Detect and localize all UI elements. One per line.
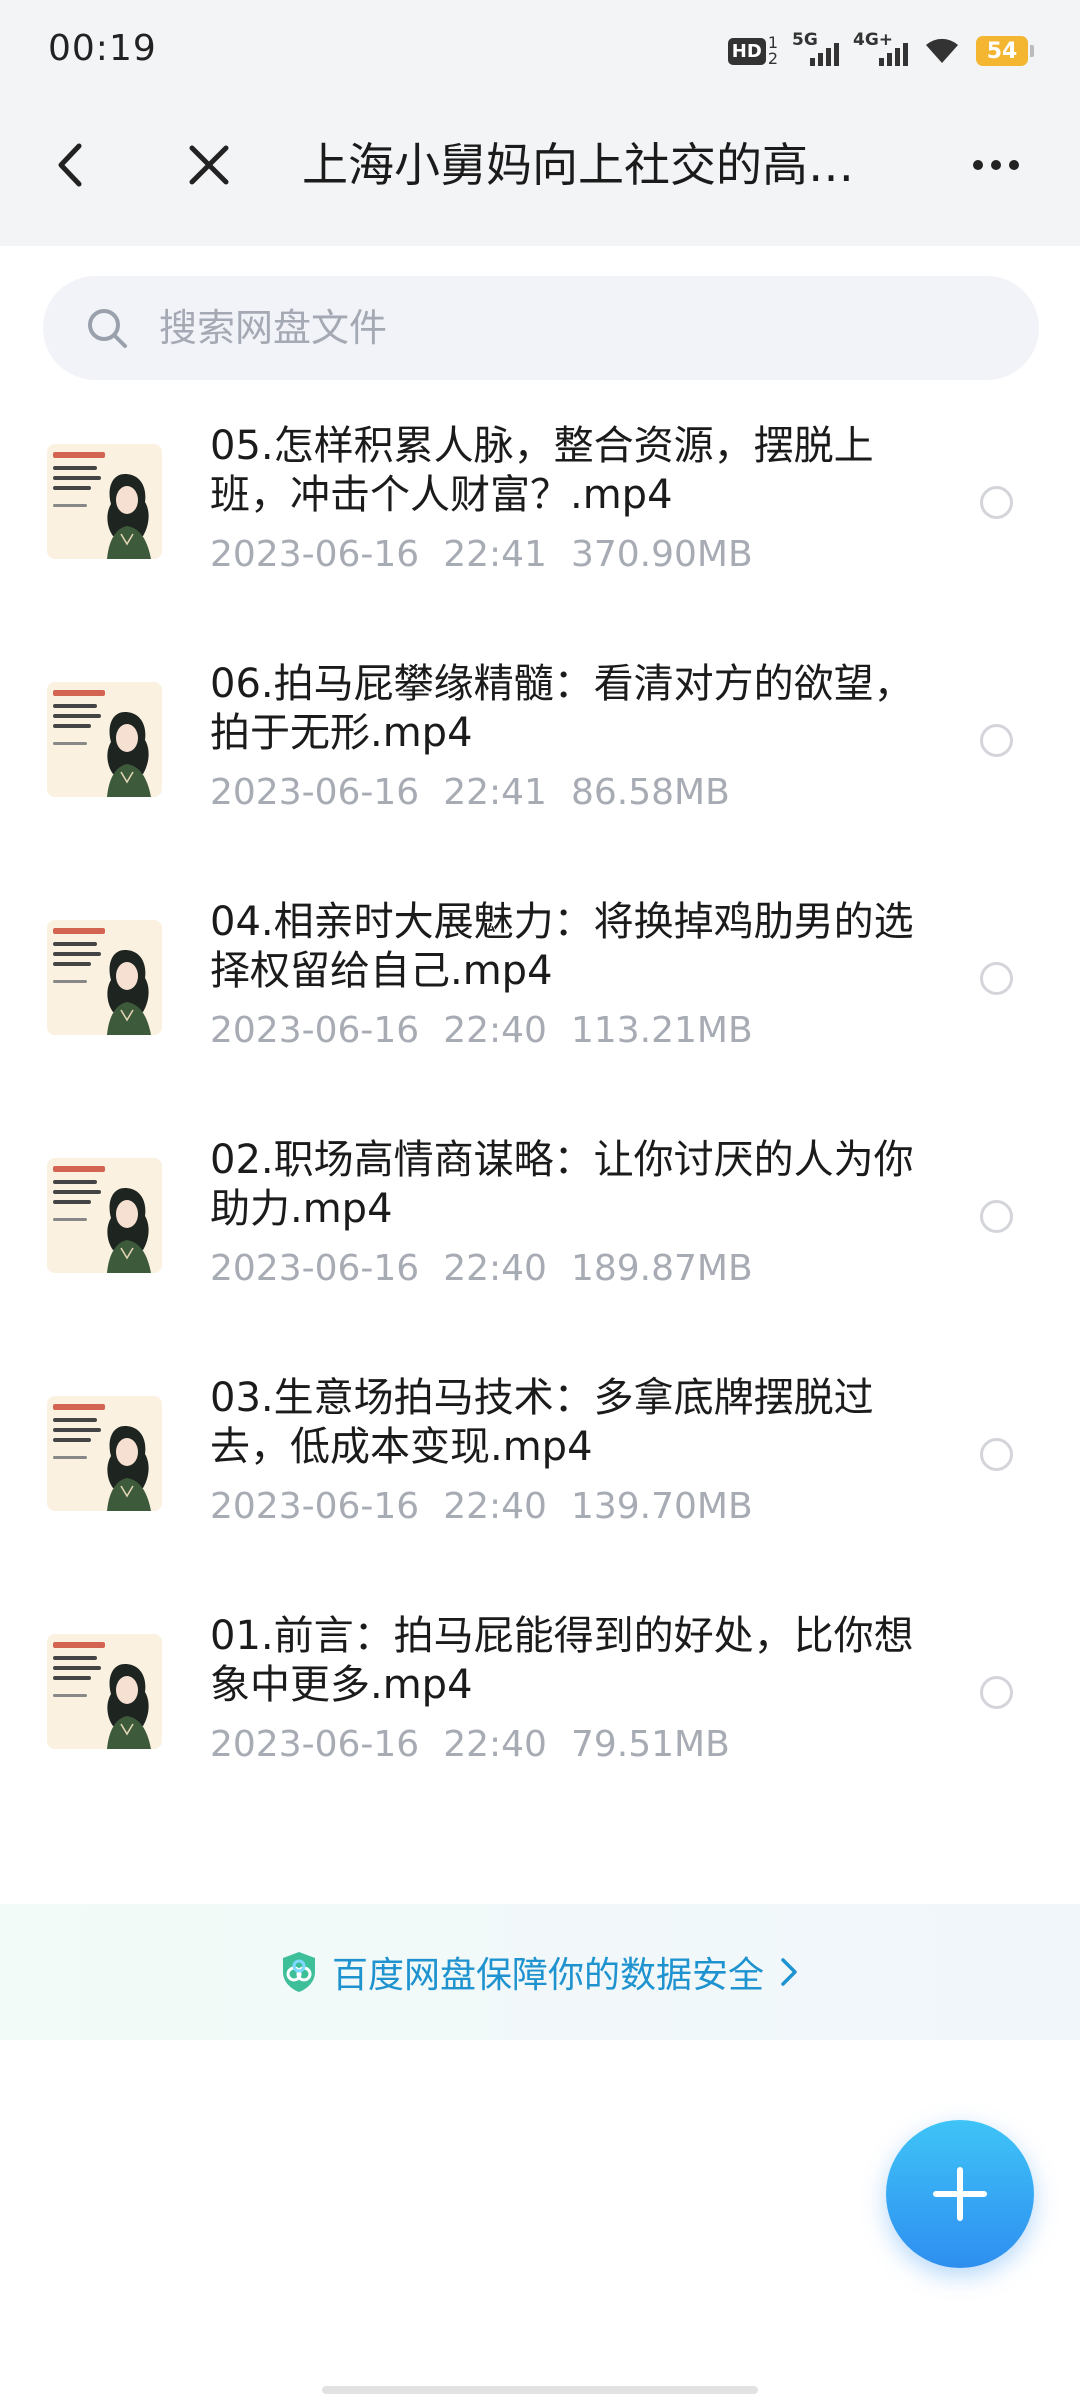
file-name: 03.生意场拍马技术：多拿底牌摆脱过去，低成本变现.mp4 bbox=[210, 1375, 874, 1470]
file-time: 22:41 bbox=[443, 772, 547, 813]
search-icon bbox=[85, 306, 129, 350]
file-name: 06.拍马屁攀缘精髓：看清对方的欲望，拍于无形.mp4 bbox=[210, 661, 914, 756]
chevron-right-icon bbox=[781, 1958, 797, 1986]
video-thumbnail bbox=[47, 1634, 162, 1749]
more-dots-icon bbox=[973, 160, 1019, 170]
file-size: 113.21MB bbox=[570, 1010, 753, 1051]
security-text: 百度网盘保障你的数据安全 bbox=[331, 1955, 764, 1996]
video-thumbnail bbox=[47, 1158, 162, 1273]
back-button[interactable] bbox=[40, 134, 100, 196]
status-icons: HD 12 5G 4G+ 54 bbox=[727, 30, 1034, 69]
select-radio[interactable] bbox=[980, 724, 1013, 757]
file-meta: 2023-06-16 22:40 113.21MB bbox=[210, 1010, 777, 1051]
top-nav-bar: 上海小舅妈向上社交的高… bbox=[0, 84, 1080, 246]
file-size: 189.87MB bbox=[570, 1248, 753, 1289]
file-meta: 2023-06-16 22:40 139.70MB bbox=[210, 1486, 777, 1527]
file-time: 22:40 bbox=[443, 1010, 547, 1051]
file-size: 86.58MB bbox=[570, 772, 730, 813]
file-date: 2023-06-16 bbox=[210, 534, 420, 575]
select-radio[interactable] bbox=[980, 1200, 1013, 1233]
file-size: 370.90MB bbox=[570, 534, 753, 575]
file-meta: 2023-06-16 22:41 86.58MB bbox=[210, 772, 754, 813]
file-meta: 2023-06-16 22:40 79.51MB bbox=[210, 1724, 754, 1765]
video-thumbnail bbox=[47, 1396, 162, 1511]
video-thumbnail bbox=[47, 444, 162, 559]
file-time: 22:40 bbox=[443, 1486, 547, 1527]
add-button[interactable] bbox=[886, 2120, 1034, 2268]
close-button[interactable] bbox=[178, 134, 240, 196]
status-bar: 00:19 HD 12 5G 4G+ 54 bbox=[0, 0, 1080, 84]
file-date: 2023-06-16 bbox=[210, 1724, 420, 1765]
file-date: 2023-06-16 bbox=[210, 1010, 420, 1051]
select-radio[interactable] bbox=[980, 1438, 1013, 1471]
file-name: 05.怎样积累人脉，整合资源，摆脱上班，冲击个人财富？.mp4 bbox=[210, 423, 874, 518]
file-name: 04.相亲时大展魅力：将换掉鸡肋男的选择权留给自己.mp4 bbox=[210, 899, 914, 994]
file-row[interactable]: 05.怎样积累人脉，整合资源，摆脱上班，冲击个人财富？.mp4 2023-06-… bbox=[0, 400, 1080, 638]
file-row[interactable]: 01.前言：拍马屁能得到的好处，比你想象中更多.mp4 2023-06-16 22… bbox=[0, 1590, 1080, 1828]
select-radio[interactable] bbox=[980, 962, 1013, 995]
plus-icon bbox=[933, 2167, 987, 2221]
file-date: 2023-06-16 bbox=[210, 772, 420, 813]
file-size: 139.70MB bbox=[570, 1486, 753, 1527]
file-row[interactable]: 03.生意场拍马技术：多拿底牌摆脱过去，低成本变现.mp4 2023-06-16… bbox=[0, 1352, 1080, 1590]
file-time: 22:40 bbox=[443, 1724, 547, 1765]
file-meta: 2023-06-16 22:41 370.90MB bbox=[210, 534, 777, 575]
file-list: 05.怎样积累人脉，整合资源，摆脱上班，冲击个人财富？.mp4 2023-06-… bbox=[0, 400, 1080, 1828]
signal-4g-icon: 4G+ bbox=[853, 30, 908, 66]
hd-voice-icon: HD 12 bbox=[727, 35, 778, 67]
battery-icon: 54 bbox=[976, 36, 1034, 66]
file-date: 2023-06-16 bbox=[210, 1248, 420, 1289]
file-name: 01.前言：拍马屁能得到的好处，比你想象中更多.mp4 bbox=[210, 1613, 914, 1708]
search-bar[interactable] bbox=[43, 276, 1039, 380]
folder-title: 上海小舅妈向上社交的高… bbox=[302, 138, 854, 192]
chevron-left-icon bbox=[58, 143, 82, 187]
select-radio[interactable] bbox=[980, 1676, 1013, 1709]
file-size: 79.51MB bbox=[570, 1724, 730, 1765]
file-row[interactable]: 02.职场高情商谋略：让你讨厌的人为你助力.mp4 2023-06-16 22:4… bbox=[0, 1114, 1080, 1352]
video-thumbnail bbox=[47, 682, 162, 797]
file-name: 02.职场高情商谋略：让你讨厌的人为你助力.mp4 bbox=[210, 1137, 914, 1232]
select-radio[interactable] bbox=[980, 486, 1013, 519]
signal-5g-icon: 5G bbox=[792, 30, 839, 66]
video-thumbnail bbox=[47, 920, 162, 1035]
file-row[interactable]: 06.拍马屁攀缘精髓：看清对方的欲望，拍于无形.mp4 2023-06-16 22… bbox=[0, 638, 1080, 876]
file-date: 2023-06-16 bbox=[210, 1486, 420, 1527]
status-time: 00:19 bbox=[48, 28, 157, 69]
search-input[interactable] bbox=[159, 306, 959, 350]
file-time: 22:40 bbox=[443, 1248, 547, 1289]
security-banner[interactable]: 百度网盘保障你的数据安全 bbox=[0, 1904, 1080, 2040]
wifi-icon bbox=[922, 33, 962, 69]
file-meta: 2023-06-16 22:40 189.87MB bbox=[210, 1248, 777, 1289]
close-icon bbox=[189, 145, 229, 185]
file-time: 22:41 bbox=[443, 534, 547, 575]
shield-icon bbox=[282, 1952, 315, 1992]
file-row[interactable]: 04.相亲时大展魅力：将换掉鸡肋男的选择权留给自己.mp4 2023-06-16… bbox=[0, 876, 1080, 1114]
home-indicator[interactable] bbox=[322, 2386, 758, 2394]
more-options-button[interactable] bbox=[962, 134, 1030, 196]
